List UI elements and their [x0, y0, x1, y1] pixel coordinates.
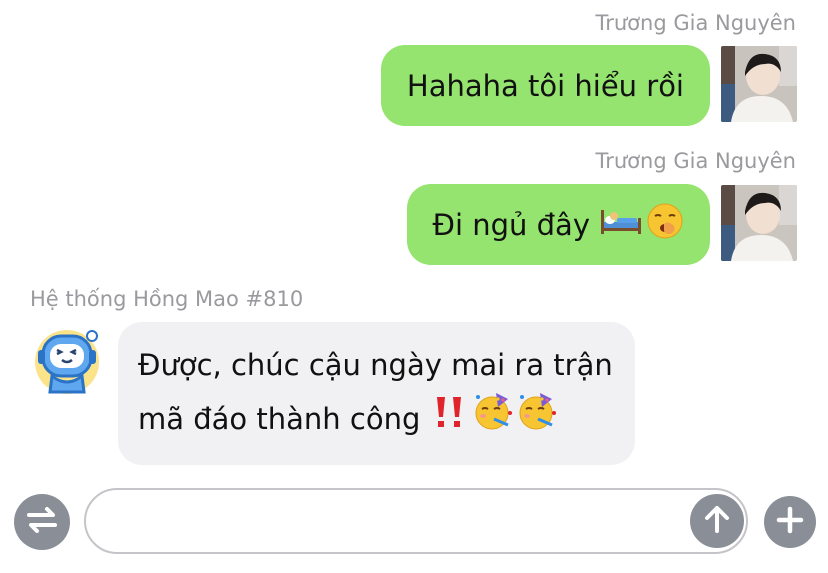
- double-exclamation-emoji: [432, 394, 468, 445]
- bed-emoji: [600, 206, 642, 243]
- message-text-line: mã đáo thành công: [138, 401, 421, 436]
- message-text: Hahaha tôi hiểu rồi: [406, 68, 684, 103]
- partying-face-emoji: [516, 391, 558, 447]
- yawning-face-emoji: [646, 202, 684, 247]
- sender-name: Hệ thống Hồng Mao #810: [30, 287, 304, 311]
- user-avatar[interactable]: [721, 185, 797, 261]
- send-button[interactable]: [690, 494, 744, 548]
- plus-icon: [776, 506, 804, 538]
- sender-name: Trương Gia Nguyên: [595, 149, 796, 173]
- partying-face-emoji: [472, 391, 514, 447]
- add-button[interactable]: [764, 496, 816, 548]
- user-avatar[interactable]: [721, 46, 797, 122]
- swap-button[interactable]: [14, 494, 70, 550]
- arrow-up-icon: [702, 503, 732, 539]
- message-input[interactable]: [84, 488, 748, 554]
- message-text-line: Được, chúc cậu ngày mai ra trận: [138, 348, 613, 382]
- swap-arrows-icon: [25, 505, 59, 539]
- message-bubble-outgoing[interactable]: Đi ngủ đây: [406, 184, 710, 265]
- message-bubble-outgoing[interactable]: Hahaha tôi hiểu rồi: [380, 45, 710, 126]
- sender-name: Trương Gia Nguyên: [595, 11, 796, 35]
- message-text: Đi ngủ đây: [432, 207, 590, 242]
- bot-avatar[interactable]: [30, 322, 104, 396]
- composer-bar: [0, 486, 828, 562]
- message-bubble-incoming[interactable]: Được, chúc cậu ngày mai ra trận mã đáo t…: [118, 322, 635, 465]
